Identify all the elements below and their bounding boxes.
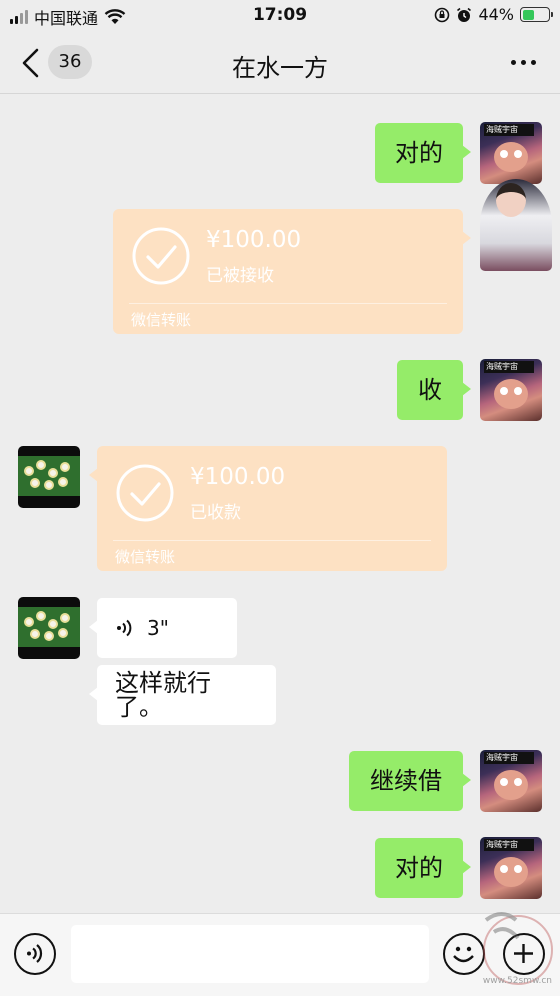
more-icon[interactable] xyxy=(511,60,536,65)
avatar-contact[interactable] xyxy=(18,597,80,659)
status-right: 44% xyxy=(434,5,553,24)
check-circle-icon xyxy=(116,464,174,522)
avatar-badge-text: 海贼宇宙 xyxy=(484,361,534,373)
voice-wave-icon xyxy=(117,619,132,637)
transfer-amount: ¥100.00 xyxy=(206,227,302,253)
avatar-self-alt[interactable] xyxy=(480,179,552,271)
avatar-contact[interactable] xyxy=(18,446,80,508)
watermark-seal: www.52smw.cn xyxy=(472,902,558,992)
status-bar: 中国联通 17:09 44% xyxy=(0,0,560,32)
avatar-self[interactable]: 海贼宇宙 xyxy=(480,122,542,184)
battery-icon xyxy=(520,7,553,22)
transfer-card[interactable]: ¥100.00 已收款 微信转账 xyxy=(89,446,447,571)
message-bubble-text[interactable]: 收 xyxy=(397,360,471,420)
transfer-footer: 微信转账 xyxy=(131,311,192,329)
transfer-amount: ¥100.00 xyxy=(190,464,286,490)
chat-header: 36 在水一方 xyxy=(0,32,560,94)
avatar-self[interactable]: 海贼宇宙 xyxy=(480,837,542,899)
message-list[interactable]: 对的 海贼宇宙 ¥100.00 已被接收 微信转账 收 海贼宇宙 ¥100.00… xyxy=(0,95,560,913)
rotation-lock-icon xyxy=(435,7,450,22)
message-input[interactable] xyxy=(71,925,429,983)
voice-message[interactable]: 3" xyxy=(89,598,237,658)
watermark-text: www.52smw.cn xyxy=(482,976,552,986)
transfer-status: 已被接收 xyxy=(206,266,274,286)
avatar-badge-text: 海贼宇宙 xyxy=(484,839,534,851)
message-bubble-text[interactable]: 这样就行了。 xyxy=(89,665,276,725)
message-bubble-text[interactable]: 对的 xyxy=(375,123,471,183)
voice-duration: 3" xyxy=(147,616,169,640)
transfer-status: 已收款 xyxy=(190,503,241,523)
battery-percent: 44% xyxy=(478,5,514,24)
transfer-divider xyxy=(113,540,431,541)
chat-title: 在水一方 xyxy=(232,54,328,82)
message-bubble-text[interactable]: 对的 xyxy=(375,838,471,898)
voice-mode-icon[interactable] xyxy=(14,933,56,975)
avatar-self[interactable]: 海贼宇宙 xyxy=(480,750,542,812)
avatar-self[interactable]: 海贼宇宙 xyxy=(480,359,542,421)
transfer-card[interactable]: ¥100.00 已被接收 微信转账 xyxy=(113,209,471,334)
message-bubble-text[interactable]: 继续借 xyxy=(349,751,471,811)
transfer-footer: 微信转账 xyxy=(115,548,176,566)
alarm-icon xyxy=(457,7,472,22)
avatar-badge-text: 海贼宇宙 xyxy=(484,124,534,136)
transfer-divider xyxy=(129,303,447,304)
check-circle-icon xyxy=(132,227,190,285)
avatar-badge-text: 海贼宇宙 xyxy=(484,752,534,764)
